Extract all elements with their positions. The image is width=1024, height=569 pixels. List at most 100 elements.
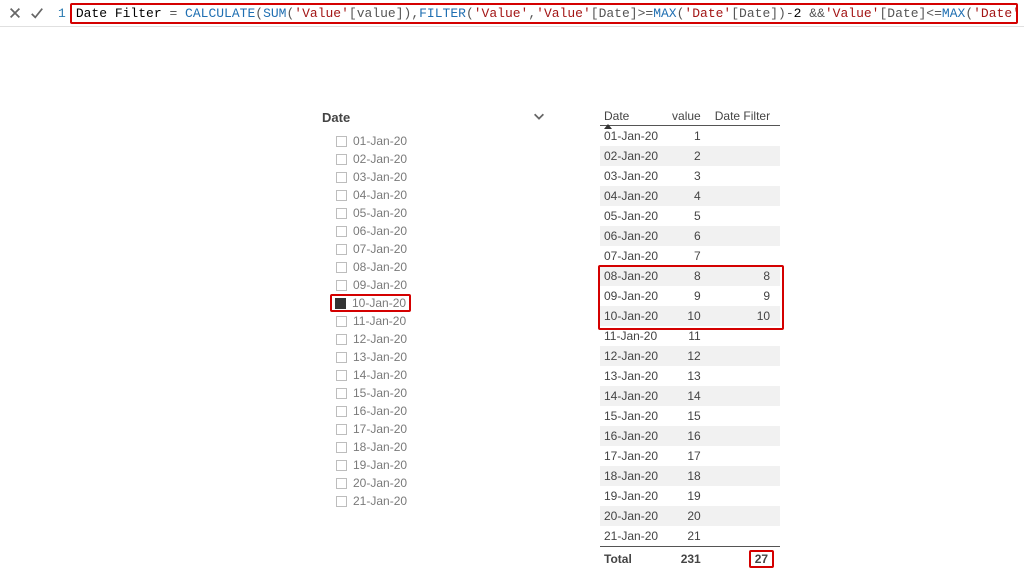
slicer-item[interactable]: 07-Jan-20: [320, 240, 550, 258]
checkbox[interactable]: [336, 154, 347, 165]
slicer-item-label: 06-Jan-20: [353, 224, 407, 238]
cell-date: 09-Jan-20: [600, 286, 668, 306]
slicer-item-label: 18-Jan-20: [353, 440, 407, 454]
slicer-item[interactable]: 17-Jan-20: [320, 420, 550, 438]
slicer-item-label: 07-Jan-20: [353, 242, 407, 256]
checkbox[interactable]: [336, 352, 347, 363]
slicer-item-label: 14-Jan-20: [353, 368, 407, 382]
data-table-visual[interactable]: Date value Date Filter 01-Jan-20102-Jan-…: [600, 107, 780, 569]
checkbox[interactable]: [335, 298, 346, 309]
checkbox[interactable]: [336, 424, 347, 435]
table-row: 02-Jan-202: [600, 146, 780, 166]
slicer-item[interactable]: 02-Jan-20: [320, 150, 550, 168]
checkbox[interactable]: [336, 208, 347, 219]
slicer-item-label: 02-Jan-20: [353, 152, 407, 166]
slicer-item[interactable]: 14-Jan-20: [320, 366, 550, 384]
checkbox[interactable]: [336, 460, 347, 471]
col-header-datefilter[interactable]: Date Filter: [711, 107, 780, 126]
slicer-item-label: 01-Jan-20: [353, 134, 407, 148]
cell-value: 17: [668, 446, 711, 466]
checkbox[interactable]: [336, 244, 347, 255]
checkbox[interactable]: [336, 334, 347, 345]
checkbox[interactable]: [336, 316, 347, 327]
checkbox[interactable]: [336, 496, 347, 507]
slicer-item-list: 01-Jan-20 02-Jan-20 03-Jan-20 04-Jan-20 05-J…: [320, 132, 550, 510]
slicer-header[interactable]: Date: [320, 107, 550, 132]
checkbox[interactable]: [336, 262, 347, 273]
report-canvas: Date 01-Jan-20 02-Jan-20 03-Jan-20 04-Jan-2…: [0, 27, 1024, 569]
cell-datefilter: [711, 366, 780, 386]
chevron-down-icon[interactable]: [532, 109, 546, 126]
slicer-item[interactable]: 03-Jan-20: [320, 168, 550, 186]
slicer-item-label: 21-Jan-20: [353, 494, 407, 508]
col-header-date[interactable]: Date: [600, 107, 668, 126]
table-row: 18-Jan-2018: [600, 466, 780, 486]
slicer-item[interactable]: 19-Jan-20: [320, 456, 550, 474]
slicer-item[interactable]: 15-Jan-20: [320, 384, 550, 402]
cell-value: 11: [668, 326, 711, 346]
col-header-value[interactable]: value: [668, 107, 711, 126]
slicer-item[interactable]: 18-Jan-20: [320, 438, 550, 456]
cancel-formula-icon[interactable]: [6, 4, 24, 22]
slicer-item[interactable]: 10-Jan-20: [320, 294, 550, 312]
cell-date: 02-Jan-20: [600, 146, 668, 166]
slicer-item-label: 17-Jan-20: [353, 422, 407, 436]
cell-date: 12-Jan-20: [600, 346, 668, 366]
cell-date: 10-Jan-20: [600, 306, 668, 326]
table-row: 17-Jan-2017: [600, 446, 780, 466]
checkbox[interactable]: [336, 478, 347, 489]
cell-value: 8: [668, 266, 711, 286]
cell-value: 15: [668, 406, 711, 426]
checkbox[interactable]: [336, 388, 347, 399]
dax-formula-input[interactable]: Date Filter = CALCULATE(SUM('Value'[valu…: [70, 3, 1018, 24]
checkbox[interactable]: [336, 280, 347, 291]
slicer-item[interactable]: 21-Jan-20: [320, 492, 550, 510]
cell-value: 4: [668, 186, 711, 206]
total-filter: 27: [711, 547, 780, 569]
cell-date: 13-Jan-20: [600, 366, 668, 386]
cell-date: 20-Jan-20: [600, 506, 668, 526]
slicer-item[interactable]: 16-Jan-20: [320, 402, 550, 420]
slicer-item[interactable]: 13-Jan-20: [320, 348, 550, 366]
checkbox[interactable]: [336, 172, 347, 183]
cell-date: 07-Jan-20: [600, 246, 668, 266]
slicer-item[interactable]: 04-Jan-20: [320, 186, 550, 204]
cell-date: 15-Jan-20: [600, 406, 668, 426]
slicer-item[interactable]: 08-Jan-20: [320, 258, 550, 276]
table-row: 05-Jan-205: [600, 206, 780, 226]
cell-datefilter: 8: [711, 266, 780, 286]
formula-line-number: 1: [50, 6, 70, 21]
total-label: Total: [600, 547, 668, 569]
cell-datefilter: [711, 446, 780, 466]
table-row: 13-Jan-2013: [600, 366, 780, 386]
slicer-item[interactable]: 05-Jan-20: [320, 204, 550, 222]
slicer-item[interactable]: 11-Jan-20: [320, 312, 550, 330]
cell-date: 05-Jan-20: [600, 206, 668, 226]
slicer-item-label: 10-Jan-20: [352, 296, 406, 310]
total-value: 231: [668, 547, 711, 569]
slicer-item[interactable]: 09-Jan-20: [320, 276, 550, 294]
cell-value: 5: [668, 206, 711, 226]
table-row: 01-Jan-201: [600, 126, 780, 147]
checkbox[interactable]: [336, 370, 347, 381]
cell-datefilter: [711, 126, 780, 147]
slicer-item[interactable]: 01-Jan-20: [320, 132, 550, 150]
checkbox[interactable]: [336, 442, 347, 453]
checkbox[interactable]: [336, 226, 347, 237]
slicer-item[interactable]: 12-Jan-20: [320, 330, 550, 348]
slicer-item[interactable]: 06-Jan-20: [320, 222, 550, 240]
slicer-item-label: 15-Jan-20: [353, 386, 407, 400]
table-row: 03-Jan-203: [600, 166, 780, 186]
commit-formula-icon[interactable]: [28, 4, 46, 22]
cell-datefilter: [711, 526, 780, 547]
slicer-item-label: 04-Jan-20: [353, 188, 407, 202]
date-slicer-visual[interactable]: Date 01-Jan-20 02-Jan-20 03-Jan-20 04-Jan-2…: [320, 107, 550, 569]
checkbox[interactable]: [336, 190, 347, 201]
slicer-title: Date: [322, 110, 350, 125]
cell-datefilter: [711, 246, 780, 266]
cell-value: 9: [668, 286, 711, 306]
checkbox[interactable]: [336, 136, 347, 147]
checkbox[interactable]: [336, 406, 347, 417]
slicer-item[interactable]: 20-Jan-20: [320, 474, 550, 492]
table-row: 15-Jan-2015: [600, 406, 780, 426]
